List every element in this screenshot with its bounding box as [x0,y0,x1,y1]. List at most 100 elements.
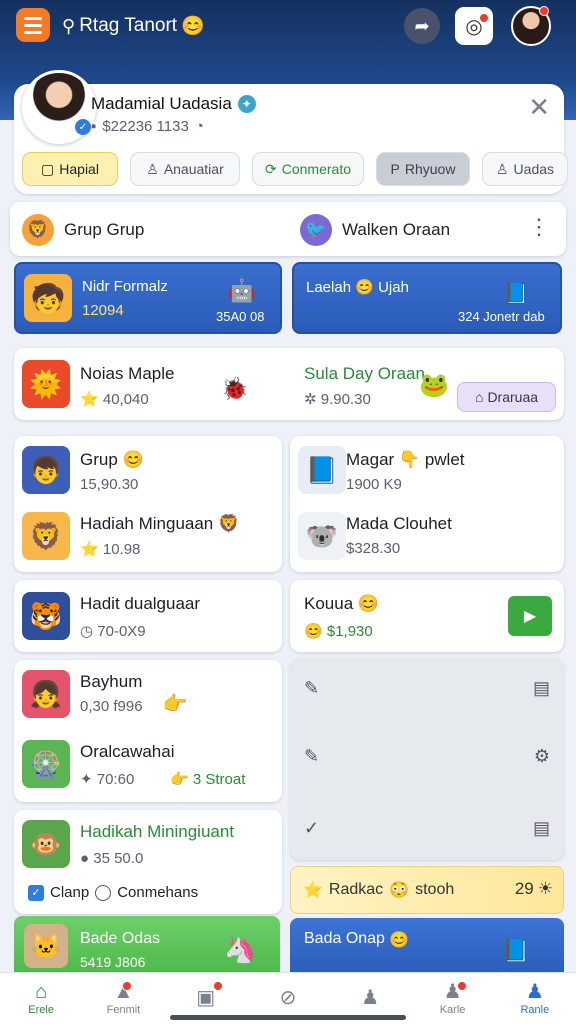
header-title: Rtag Tanort [79,15,178,36]
pencil-icon[interactable]: ✎ [304,678,319,699]
item-value: 35 50.0 [93,850,144,867]
nav-karle[interactable]: ♟ Karle [411,973,493,1024]
people-icon: ♟ [361,986,380,1009]
reward-label-2: stooh [415,881,455,898]
nav-fenmit[interactable]: ▲ Fenmit [82,973,164,1024]
document-icon[interactable]: ▤ [533,678,550,699]
checkbox-checked[interactable]: ✓ [28,884,44,901]
home-icon: ⌂ [35,980,48,1003]
option-label: Clanp [50,884,90,901]
hamburger-menu-icon[interactable] [16,8,50,42]
lion-icon: 🦁 [22,512,70,560]
share-icon[interactable]: ➦ [404,8,440,44]
hand-icon: 👉 [170,771,189,788]
item-value: 70-0X9 [97,623,146,640]
tab-icon: P [390,161,400,177]
avatar-boy-icon: 👦 [22,446,70,494]
frog-icon: 🐸 [419,371,449,399]
robot-icon: 🤖 [228,278,256,303]
search-icon: ⚲ [62,15,76,36]
coin-icon: ● [80,850,90,867]
featured-card[interactable]: 🌞 Noias Maple ⭐ 40,040 🐞 Sula Day Oraan … [14,348,564,420]
item-title: Oralcawahai [80,742,175,761]
actions-panel: ✎ ▤ ✎ ⚙ ✓ ▤ [290,658,564,860]
koala-icon: 🐨 [298,512,346,560]
item-value: 10.98 [102,541,141,558]
character-icon: 🧒 [24,274,72,322]
smile-emoji-icon: 😊 [122,450,144,469]
close-icon[interactable]: ✕ [528,94,550,120]
reward-card[interactable]: ⭐ Radkac 😳 stooh 29 ☀ [290,866,564,914]
featured-right-value: 9.90.30 [320,391,371,408]
search-title[interactable]: ⚲ Rtag Tanort 😊 [62,14,205,38]
profile-name: Madamial Uadasia [91,94,232,113]
item-value: 70:60 [96,771,135,788]
globe-icon: ✦ [237,95,256,113]
list-card-2[interactable]: 🐯 Hadit dualguaar ◷ 70-0X9 [14,580,282,652]
sun-character-icon: 🌞 [22,360,70,408]
person-icon: ♟ [525,980,544,1003]
promo-green-value: 5419 J806 [80,954,146,970]
tab-conmerato[interactable]: ⟳ Conmerato [252,152,364,186]
cat-character-icon: 🐱 [24,924,68,968]
promo-left-value: 12094 [82,302,124,319]
lion-icon: 🦁 [22,214,54,246]
nav-home[interactable]: ⌂ Erele [0,973,82,1024]
radio-button[interactable] [95,884,112,901]
hand-icon: 👇 [398,450,421,469]
nav-profile[interactable]: ♟ Ranle [494,973,576,1024]
home-icon: ⌂ [474,389,484,405]
promo-right-title: Laelah [306,279,352,296]
tab-anauatiar[interactable]: ♙ Anauatiar [130,152,240,186]
list-card-6[interactable]: Kouua 😊 😊 $1,930 ▶ [290,580,564,652]
check-icon[interactable]: ✓ [304,818,319,839]
avatar[interactable] [511,6,551,46]
group-item-right[interactable]: 🐦 Walken Oraan [300,214,450,246]
profile-card: ✓ Madamial Uadasia ✦ ▪ $22236 1133 ◔ ✕ ▢… [14,70,568,194]
pencil-icon[interactable]: ✎ [304,746,319,767]
reward-label: Radkac [328,881,384,898]
tab-rhyuow[interactable]: P Rhyuow [376,152,470,186]
group-row: 🦁 Grup Grup 🐦 Walken Oraan ⋮ [10,202,566,256]
smile-emoji-icon: 😊 [181,16,205,37]
option-label: Conmehans [117,884,199,901]
notification-dot [457,981,468,991]
promo-card-left[interactable]: 🧒 Nidr Formalz 12094 🤖 35A0 08 [14,262,282,334]
monkey-icon: 🐵 [22,820,70,868]
item-value: 15,90.30 [80,476,139,493]
instagram-icon[interactable]: ◎ [455,7,493,45]
clock-icon: ◷ [80,623,94,640]
tab-icon: ♙ [146,160,159,177]
list-card-3: 👧 Bayhum 0,30 f996 👉 🎡 Oralcawahai ✦ 70:… [14,660,282,802]
bird-icon: 🐦 [300,214,332,246]
item-value: $328.30 [346,540,401,557]
smile-emoji-icon: 😊 [355,279,374,296]
featured-right-title: Sula Day Oraan [304,364,425,383]
pin-icon: ✦ [80,771,93,788]
smile-emoji-icon: 😊 [357,594,380,613]
promo-card-green[interactable]: 🐱 Bade Odas 5419 J806 🦄 [14,916,280,978]
promo-card-right[interactable]: Laelah 😊 Ujah 📘 324 Jonetr dab [292,262,562,334]
promo-blue-title: Bada Onap [304,930,385,947]
gear-icon[interactable]: ⚙ [534,746,550,767]
draruaa-button[interactable]: ⌂ Draruaa [457,382,556,412]
item-title: Hadit dualguaar [80,594,201,613]
item-value: $1,930 [326,623,373,640]
bug-icon: 🐞 [221,376,249,401]
verified-icon: ✓ [75,119,91,135]
star-icon: ⭐ [80,391,99,408]
document-icon[interactable]: ▤ [533,818,550,839]
books-icon: 📘 [503,282,529,305]
tab-hapial[interactable]: ▢ Hapial [22,152,118,186]
profile-avatar[interactable]: ✓ [22,70,96,144]
home-indicator[interactable] [170,1015,406,1020]
group-item-left[interactable]: 🦁 Grup Grup [22,214,144,246]
gift-icon[interactable]: ▶ [508,596,552,636]
tab-uadas[interactable]: ♙ Uadas [482,152,568,186]
compass-icon: ⊘ [279,986,297,1009]
item-title: Hadiah Minguaan [80,514,214,533]
promo-right-small: 324 Jonetr dab [458,309,545,324]
hand-icon: 👉 [162,692,188,715]
promo-card-blue[interactable]: Bada Onap 😊 📘 [290,918,564,978]
more-options-icon[interactable]: ⋮ [528,216,550,238]
